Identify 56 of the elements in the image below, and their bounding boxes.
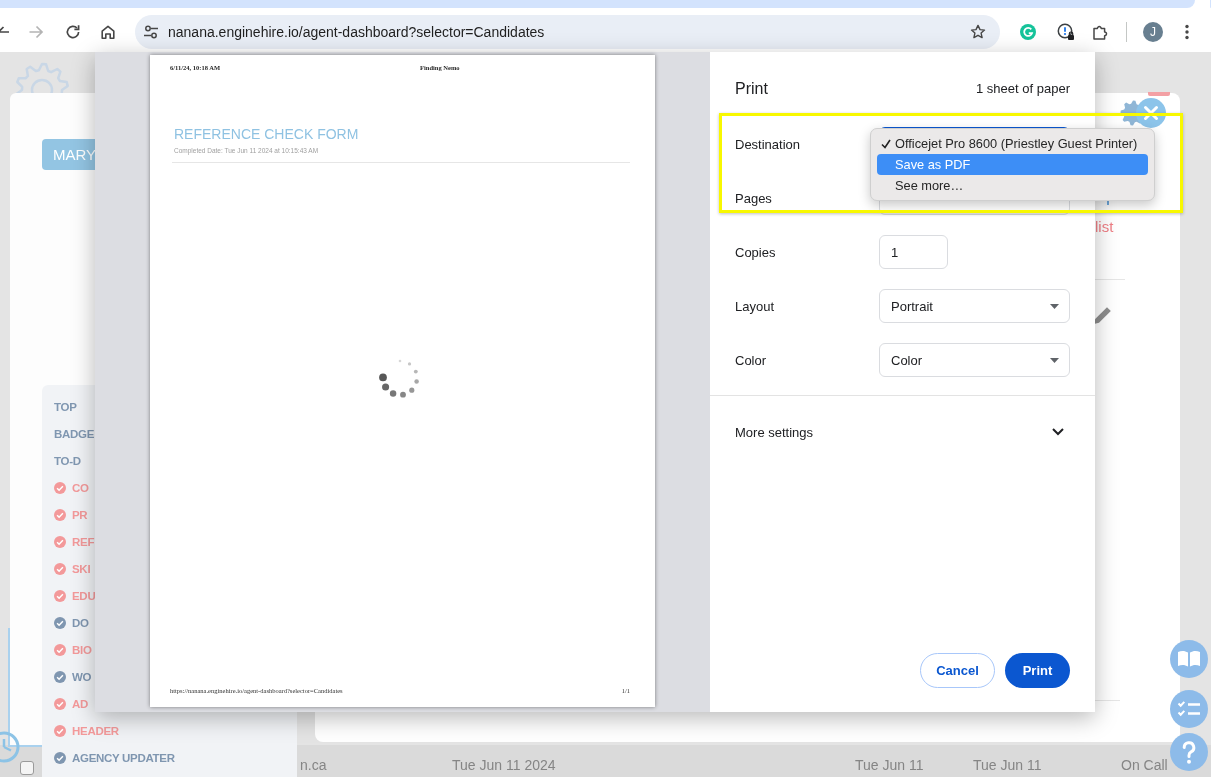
user-button[interactable]: MARY — [42, 139, 95, 170]
cancel-button[interactable]: Cancel — [920, 653, 995, 688]
reload-icon[interactable] — [65, 23, 81, 40]
menu-icon[interactable] — [1185, 23, 1189, 40]
dialog-title: Print — [735, 79, 768, 98]
sidebar-link[interactable]: EDU — [72, 589, 96, 602]
setting-label: Destination — [735, 136, 801, 152]
address-field[interactable]: nanana.enginehire.io/agent-dashboard?selector=Candidates — [135, 14, 1000, 49]
dropdown-select[interactable]: Portrait — [879, 289, 1070, 323]
checkbox[interactable] — [20, 761, 34, 775]
sidebar-link[interactable]: BADGE — [54, 427, 95, 440]
menu-item[interactable]: See more… — [877, 175, 1148, 196]
setting-label: Color — [735, 352, 767, 368]
home-icon[interactable] — [100, 23, 116, 40]
table-cell-text: Tue Jun 11 — [972, 756, 1042, 775]
panel-link[interactable]: list — [1095, 218, 1114, 236]
caret-icon — [1050, 303, 1059, 309]
sidebar-link[interactable]: REF — [72, 535, 95, 548]
star-icon[interactable] — [970, 23, 986, 40]
sidebar-link[interactable]: WO — [72, 670, 92, 683]
sliders-icon[interactable] — [143, 23, 159, 40]
setting-label: Layout — [735, 298, 775, 314]
pencil-icon[interactable] — [1093, 305, 1113, 325]
more-settings[interactable]: More settings — [735, 396, 1070, 468]
menu-item[interactable]: Save as PDF — [877, 154, 1148, 175]
menu-item[interactable]: Officejet Pro 8600 (Priestley Guest Printer) — [877, 133, 1148, 154]
sidebar-link[interactable]: AD — [72, 697, 88, 710]
sheet-count: 1 sheet of paper — [976, 81, 1070, 96]
tab-strip — [1210, 0, 1211, 8]
form-title: REFERENCE CHECK FORM — [174, 126, 359, 142]
setting-label: Pages — [735, 190, 772, 206]
alert-lock-icon[interactable] — [1057, 23, 1074, 40]
gear-icon — [14, 61, 70, 93]
sidebar-link[interactable]: SKI — [72, 562, 91, 575]
sidebar-link[interactable]: HEADER — [72, 724, 119, 737]
puzzle-icon[interactable] — [1092, 23, 1108, 40]
sidebar-link[interactable]: CO — [72, 481, 89, 494]
check-icon — [881, 138, 891, 149]
badge — [1148, 92, 1170, 96]
table-cell-text: On Call — [1120, 756, 1168, 775]
print-button[interactable]: Print — [1005, 653, 1070, 688]
checklist-icon[interactable] — [1170, 690, 1208, 728]
sidebar-link[interactable]: DO — [72, 616, 89, 629]
table-cell-text: Tue Jun 11 — [854, 756, 924, 775]
caret-icon — [1050, 357, 1059, 363]
table-cell-text: Tue Jun 11 2024 — [451, 756, 556, 775]
table-cell-text: n.ca — [299, 756, 327, 775]
sidebar-link[interactable]: AGENCY UPDATER — [72, 751, 175, 764]
copies-field[interactable]: 1 — [879, 235, 948, 269]
sidebar-link[interactable]: PR — [72, 508, 88, 521]
sidebar-link[interactable]: TO-D — [54, 454, 81, 467]
setting-label: Copies — [735, 244, 776, 260]
sidebar-link[interactable]: TOP — [54, 400, 77, 413]
profile-avatar[interactable]: J — [1143, 21, 1163, 42]
dropdown-select[interactable]: Color — [879, 343, 1070, 377]
sidebar-link[interactable]: BIO — [72, 643, 92, 656]
